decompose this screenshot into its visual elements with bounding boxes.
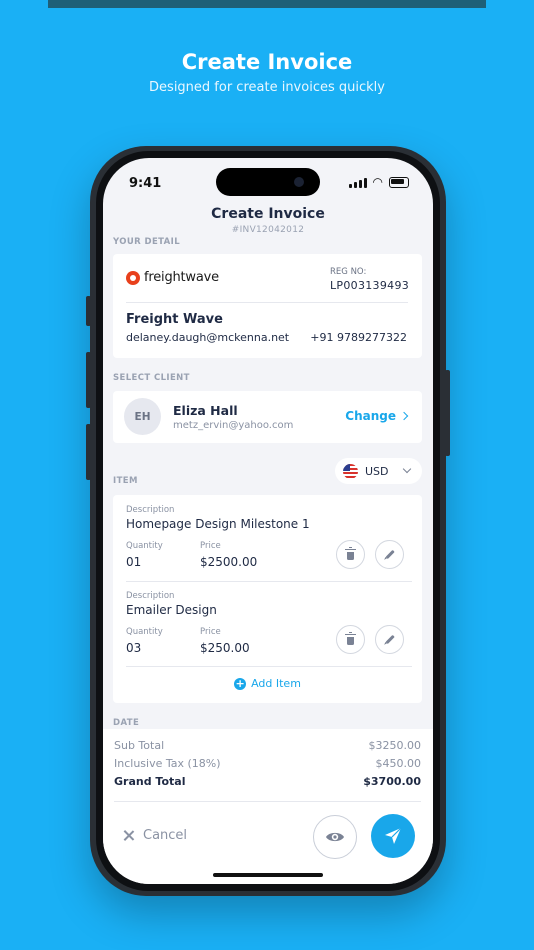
edit-item-button[interactable]	[375, 540, 404, 569]
sub-total-label: Sub Total	[114, 739, 165, 752]
add-item-label: Add Item	[251, 677, 301, 690]
app-screen: 9:41 ◠ Create Invoice #INV12042012 YOUR …	[103, 158, 433, 884]
company-logo: freightwave	[126, 270, 219, 285]
grand-total-label: Grand Total	[114, 775, 186, 788]
wifi-icon: ◠	[372, 175, 383, 189]
hero-title: Create Invoice	[181, 50, 353, 74]
home-indicator	[213, 873, 323, 877]
summary-sheet: Sub Total $3250.00 Inclusive Tax (18%) $…	[103, 729, 433, 884]
send-icon	[385, 827, 402, 844]
status-time: 9:41	[129, 176, 162, 191]
edit-item-button[interactable]	[375, 625, 404, 654]
divider	[126, 302, 408, 303]
mute-switch	[86, 296, 91, 326]
reg-no-label: REG NO:	[330, 267, 367, 277]
section-your-detail: YOUR DETAIL	[113, 237, 181, 247]
sub-total-value: $3250.00	[368, 739, 422, 752]
tax-row: Inclusive Tax (18%) $450.00	[114, 757, 421, 770]
client-avatar: EH	[124, 398, 161, 435]
reg-no-value: LP003139493	[330, 279, 410, 292]
volume-down-button	[86, 424, 91, 480]
item-price[interactable]: $250.00	[200, 641, 250, 655]
chevron-down-icon	[402, 464, 412, 474]
battery-icon	[389, 177, 409, 188]
signal-icon	[348, 177, 367, 188]
volume-up-button	[86, 352, 91, 408]
item-description-label: Description	[126, 505, 175, 515]
add-item-button[interactable]: + Add Item	[113, 677, 422, 690]
power-button	[445, 370, 450, 456]
dynamic-island	[216, 168, 320, 196]
section-select-client: SELECT CLIENT	[113, 373, 190, 383]
item-price-label: Price	[200, 541, 221, 551]
close-icon	[123, 830, 134, 841]
tax-value: $450.00	[375, 757, 422, 770]
business-email: delaney.daugh@mckenna.net	[126, 331, 290, 344]
item-price-label: Price	[200, 627, 221, 637]
screen-title: Create Invoice	[211, 206, 325, 222]
sub-total-row: Sub Total $3250.00	[114, 739, 421, 752]
your-detail-card[interactable]: freightwave REG NO: LP003139493 Freight …	[113, 254, 422, 358]
plus-circle-icon: +	[234, 676, 247, 690]
invoice-number: #INV12042012	[231, 225, 305, 235]
item-divider	[126, 581, 412, 582]
item-quantity-label: Quantity	[126, 541, 163, 551]
section-item: ITEM	[113, 476, 138, 486]
client-email: metz_ervin@yahoo.com	[173, 420, 294, 431]
us-flag-icon	[343, 463, 358, 479]
currency-dropdown[interactable]: USD	[335, 458, 422, 484]
hero-subtitle: Designed for create invoices quickly	[149, 80, 385, 95]
summary-divider	[114, 801, 421, 802]
tax-label: Inclusive Tax (18%)	[114, 757, 221, 770]
item-divider	[126, 666, 412, 667]
camera-icon	[294, 177, 304, 187]
grand-total-value: $3700.00	[363, 775, 421, 788]
client-card[interactable]: EH Eliza Hall metz_ervin@yahoo.com Chang…	[113, 391, 422, 443]
send-invoice-button[interactable]	[371, 814, 415, 858]
item-description[interactable]: Emailer Design	[126, 603, 217, 617]
grand-total-row: Grand Total $3700.00	[114, 775, 421, 788]
eye-icon	[326, 832, 344, 842]
section-date: DATE	[113, 718, 140, 728]
currency-value: USD	[365, 464, 389, 478]
cancel-button[interactable]: Cancel	[123, 828, 187, 843]
items-card: Description Homepage Design Milestone 1 …	[113, 495, 422, 703]
logo-text: freightwave	[144, 270, 219, 285]
freightwave-logo-icon	[126, 270, 140, 285]
cancel-label: Cancel	[143, 828, 188, 843]
item-description-label: Description	[126, 591, 175, 601]
item-description[interactable]: Homepage Design Milestone 1	[126, 517, 310, 531]
delete-item-button[interactable]	[336, 540, 365, 569]
item-quantity[interactable]: 03	[126, 641, 141, 655]
change-client-button[interactable]: Change	[345, 409, 409, 423]
item-quantity-label: Quantity	[126, 627, 163, 637]
pencil-icon	[385, 635, 394, 644]
item-price[interactable]: $2500.00	[200, 555, 257, 569]
client-name: Eliza Hall	[173, 403, 238, 418]
delete-item-button[interactable]	[336, 625, 365, 654]
item-quantity[interactable]: 01	[126, 555, 141, 569]
trash-icon	[345, 631, 356, 645]
chevron-right-icon	[399, 411, 409, 421]
change-label: Change	[345, 409, 396, 423]
business-name: Freight Wave	[126, 312, 223, 327]
pencil-icon	[385, 550, 394, 559]
status-icons: ◠	[348, 175, 409, 189]
trash-icon	[345, 546, 356, 560]
preview-button[interactable]	[313, 815, 357, 859]
business-phone: +91 9789277322	[310, 331, 407, 344]
top-banner-strip	[48, 0, 486, 8]
